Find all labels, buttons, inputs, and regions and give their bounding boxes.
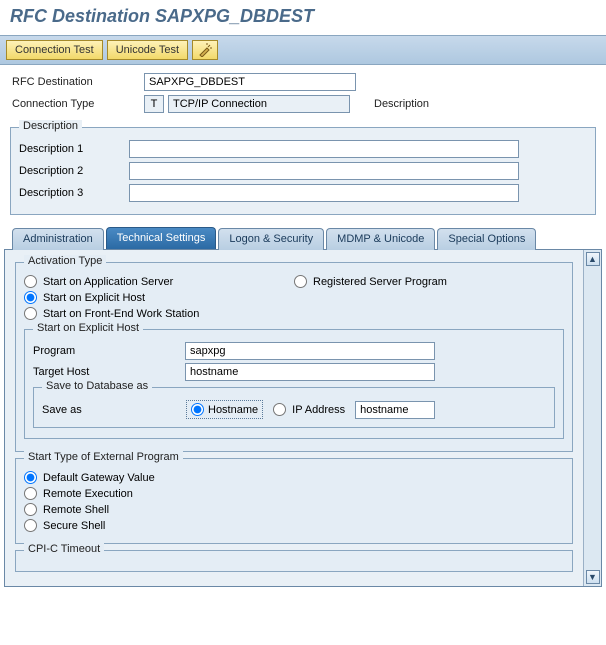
radio-start-frontend[interactable]: Start on Front-End Work Station: [24, 307, 294, 320]
rfc-destination-label: RFC Destination: [12, 76, 144, 88]
radio-start-app-server[interactable]: Start on Application Server: [24, 275, 294, 288]
radio-save-ip[interactable]: IP Address: [273, 403, 345, 416]
explicit-host-group: Start on Explicit Host Program Target Ho…: [24, 329, 564, 439]
connection-type-text-field: [168, 95, 350, 113]
radio-registered-server[interactable]: Registered Server Program: [294, 275, 564, 288]
unicode-test-button[interactable]: Unicode Test: [107, 40, 188, 60]
radio-start-app-server-label: Start on Application Server: [43, 276, 173, 288]
tab-special-options[interactable]: Special Options: [437, 228, 536, 250]
scroll-down-icon[interactable]: ▼: [586, 570, 600, 584]
save-as-value-field[interactable]: [355, 401, 435, 419]
radio-remote-shell-label: Remote Shell: [43, 504, 109, 516]
target-host-label: Target Host: [33, 366, 185, 378]
program-label: Program: [33, 345, 185, 357]
description2-field[interactable]: [129, 162, 519, 180]
connection-type-label: Connection Type: [12, 98, 144, 110]
radio-save-hostname-label: Hostname: [208, 404, 258, 416]
description-header-label: Description: [374, 98, 429, 110]
save-as-label: Save as: [42, 404, 182, 416]
explicit-host-title: Start on Explicit Host: [33, 322, 143, 334]
tabstrip: Administration Technical Settings Logon …: [4, 227, 602, 249]
radio-secure-shell[interactable]: Secure Shell: [24, 519, 564, 532]
radio-secure-shell-label: Secure Shell: [43, 520, 105, 532]
description3-label: Description 3: [19, 187, 129, 199]
start-type-title: Start Type of External Program: [24, 451, 183, 463]
scroll-up-icon[interactable]: ▲: [586, 252, 600, 266]
start-type-group: Start Type of External Program Default G…: [15, 458, 573, 544]
cpic-timeout-title: CPI-C Timeout: [24, 543, 104, 555]
rfc-destination-field[interactable]: [144, 73, 356, 91]
program-field[interactable]: [185, 342, 435, 360]
vertical-scrollbar[interactable]: ▲ ▼: [583, 250, 601, 586]
tab-logon-security[interactable]: Logon & Security: [218, 228, 324, 250]
activation-type-group: Activation Type Start on Application Ser…: [15, 262, 573, 452]
radio-start-explicit-host-label: Start on Explicit Host: [43, 292, 145, 304]
activation-type-title: Activation Type: [24, 255, 106, 267]
description2-label: Description 2: [19, 165, 129, 177]
description3-field[interactable]: [129, 184, 519, 202]
save-db-group: Save to Database as Save as Hostname IP …: [33, 387, 555, 428]
save-db-title: Save to Database as: [42, 380, 152, 392]
radio-save-ip-label: IP Address: [292, 404, 345, 416]
radio-registered-server-label: Registered Server Program: [313, 276, 447, 288]
radio-remote-shell[interactable]: Remote Shell: [24, 503, 564, 516]
radio-start-explicit-host[interactable]: Start on Explicit Host: [24, 291, 294, 304]
radio-start-frontend-label: Start on Front-End Work Station: [43, 308, 199, 320]
description-group-title: Description: [19, 120, 82, 132]
tab-administration[interactable]: Administration: [12, 228, 104, 250]
check-icon-button[interactable]: [192, 40, 218, 60]
radio-default-gateway-label: Default Gateway Value: [43, 472, 155, 484]
description1-label: Description 1: [19, 143, 129, 155]
radio-remote-execution-label: Remote Execution: [43, 488, 133, 500]
description1-field[interactable]: [129, 140, 519, 158]
tab-mdmp-unicode[interactable]: MDMP & Unicode: [326, 228, 435, 250]
description-group: Description Description 1 Description 2 …: [10, 127, 596, 215]
header-fields: RFC Destination Connection Type Descript…: [0, 65, 606, 121]
connection-type-code-field[interactable]: [144, 95, 164, 113]
connection-test-button[interactable]: Connection Test: [6, 40, 103, 60]
page-title: RFC Destination SAPXPG_DBDEST: [0, 0, 606, 36]
radio-remote-execution[interactable]: Remote Execution: [24, 487, 564, 500]
target-host-field[interactable]: [185, 363, 435, 381]
wand-icon: [198, 43, 212, 57]
radio-save-hostname[interactable]: Hostname: [186, 400, 263, 419]
toolbar: Connection Test Unicode Test: [0, 36, 606, 65]
tab-panel: Activation Type Start on Application Ser…: [4, 249, 602, 587]
tab-technical-settings[interactable]: Technical Settings: [106, 227, 217, 249]
radio-default-gateway[interactable]: Default Gateway Value: [24, 471, 564, 484]
cpic-timeout-group: CPI-C Timeout: [15, 550, 573, 572]
